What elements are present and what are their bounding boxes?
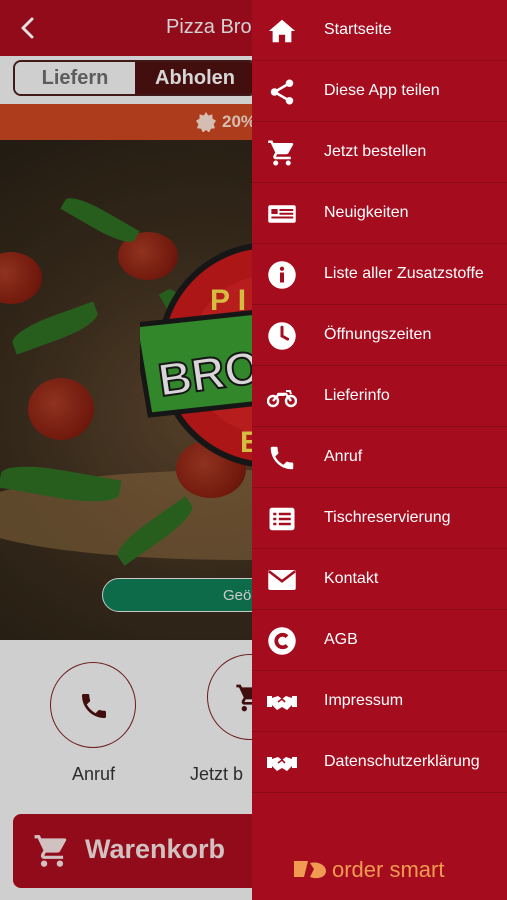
- menu-item-startseite[interactable]: Startseite: [252, 0, 507, 61]
- menu-label: Neuigkeiten: [324, 204, 409, 221]
- menu-item-opening-hours[interactable]: Öffnungszeiten: [252, 305, 507, 366]
- news-icon: [268, 205, 296, 223]
- menu-label: Liste aller Zusatzstoffe: [324, 265, 484, 282]
- share-icon: [270, 79, 294, 105]
- menu-label: Datenschutzerklärung: [324, 753, 480, 770]
- menu-label: Öffnungszeiten: [324, 326, 432, 343]
- handshake-icon: [267, 757, 297, 771]
- menu-item-share-app[interactable]: Diese App teilen: [252, 61, 507, 122]
- menu-item-imprint[interactable]: Impressum: [252, 671, 507, 732]
- list-icon: [269, 507, 295, 531]
- order-smart-brand: order smart: [292, 856, 444, 884]
- info-icon: [268, 261, 296, 289]
- menu-label: Anruf: [324, 448, 363, 465]
- cart-icon: [268, 140, 294, 166]
- menu-item-additives[interactable]: Liste aller Zusatzstoffe: [252, 244, 507, 305]
- menu-label: Startseite: [324, 21, 392, 38]
- copyright-icon: [268, 627, 296, 655]
- menu-label: Diese App teilen: [324, 82, 440, 99]
- menu-item-contact[interactable]: Kontakt: [252, 549, 507, 610]
- menu-item-table-reservation[interactable]: Tischreservierung: [252, 488, 507, 549]
- clock-icon: [268, 322, 296, 350]
- menu-label: Kontakt: [324, 570, 379, 587]
- menu-item-delivery-info[interactable]: Lieferinfo: [252, 366, 507, 427]
- menu-item-terms[interactable]: AGB: [252, 610, 507, 671]
- side-drawer: Startseite Diese App teilen Jetzt bestel…: [252, 0, 507, 900]
- brand-text: order smart: [332, 857, 445, 882]
- phone-icon: [270, 446, 294, 470]
- menu-item-order-now[interactable]: Jetzt bestellen: [252, 122, 507, 183]
- menu-item-news[interactable]: Neuigkeiten: [252, 183, 507, 244]
- menu-label: Impressum: [324, 692, 404, 709]
- menu-label: Tischreservierung: [324, 509, 451, 526]
- home-icon: [268, 19, 296, 43]
- order-smart-logo-icon: [294, 861, 326, 879]
- menu-item-call[interactable]: Anruf: [252, 427, 507, 488]
- menu-label: Jetzt bestellen: [324, 143, 427, 160]
- motorcycle-icon: [267, 390, 297, 408]
- menu-label: Lieferinfo: [324, 387, 390, 404]
- handshake-icon: [267, 696, 297, 710]
- menu-item-privacy[interactable]: Datenschutzerklärung: [252, 732, 507, 793]
- envelope-icon: [268, 570, 296, 590]
- menu-label: AGB: [324, 631, 358, 648]
